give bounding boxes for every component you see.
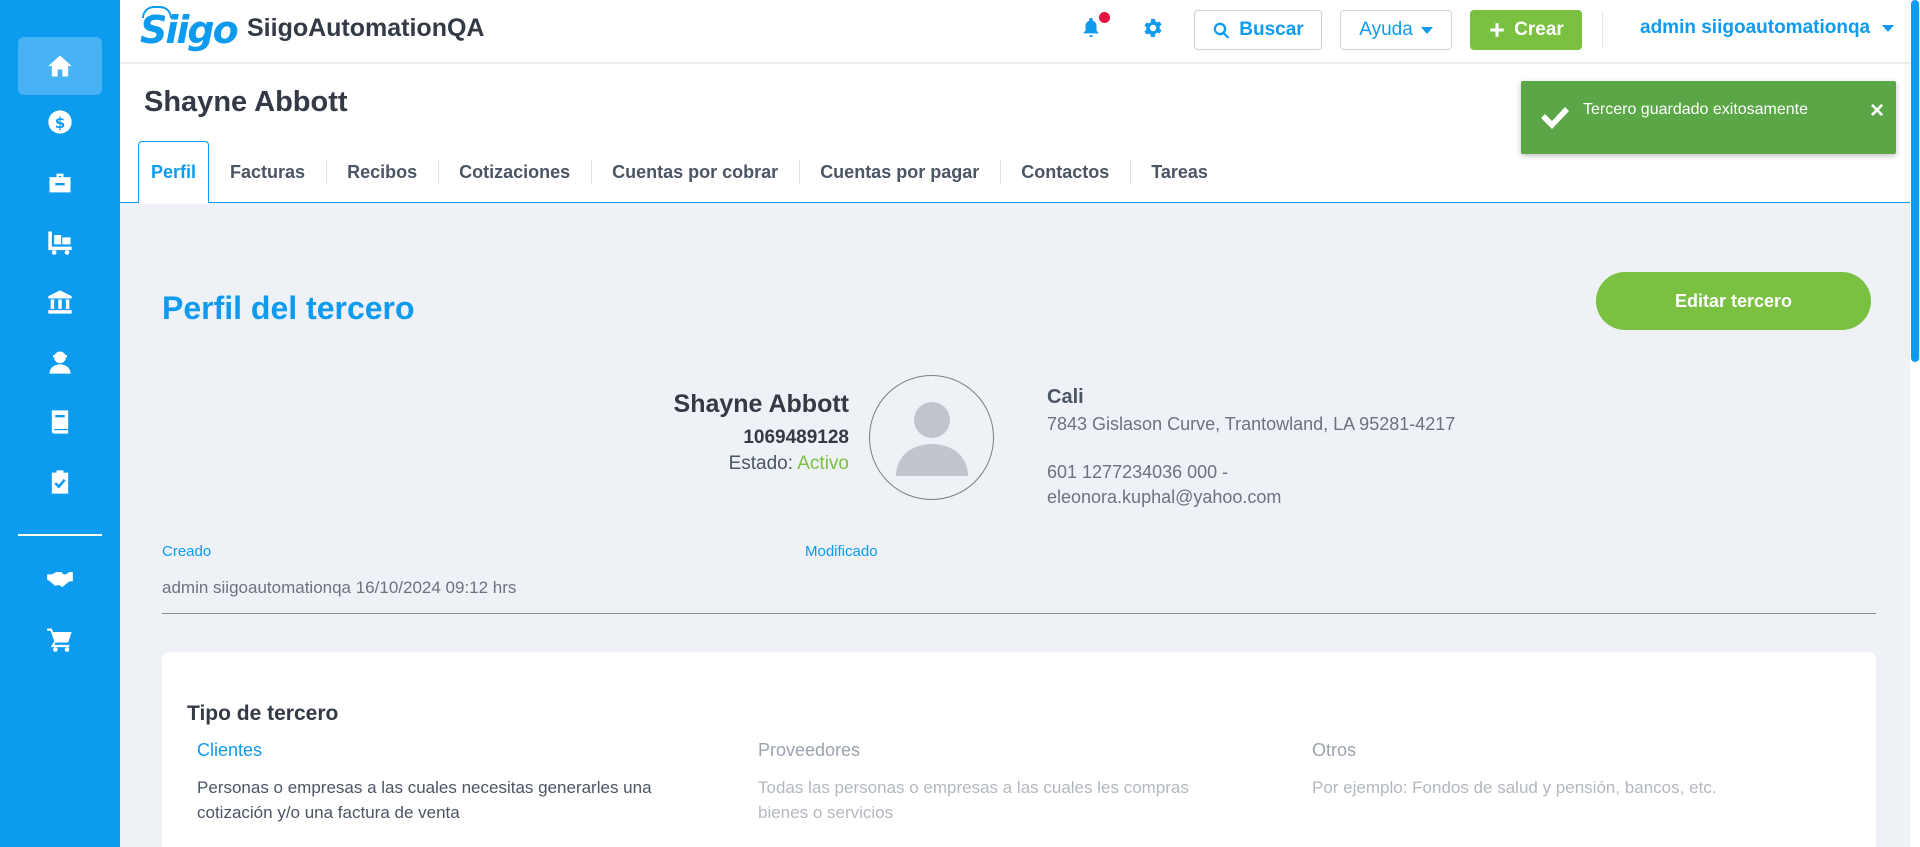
money-icon: $	[48, 110, 72, 134]
search-button[interactable]: Buscar	[1194, 10, 1322, 50]
tab-recibos[interactable]: Recibos	[326, 141, 438, 203]
sidebar-divider	[18, 534, 102, 536]
home-icon	[48, 55, 72, 77]
book-icon	[51, 410, 69, 434]
page-title: Shayne Abbott	[144, 86, 348, 118]
profile-address: 7843 Gislason Curve, Trantowland, LA 952…	[1047, 414, 1456, 434]
success-toast: Tercero guardado exitosamente ×	[1521, 81, 1896, 154]
profile-tabs: Perfil Facturas Recibos Cotizaciones Cue…	[138, 141, 1229, 204]
profile-id-number: 1069489128	[743, 427, 849, 448]
profile-phone: 601 1277234036 000 -	[1047, 462, 1229, 482]
status-label: Estado:	[728, 453, 798, 474]
profile-section-title: Perfil del tercero	[162, 290, 415, 326]
divider	[162, 613, 1876, 614]
create-button[interactable]: Crear	[1470, 10, 1582, 50]
sidebar-item-inventory[interactable]	[18, 213, 102, 271]
tab-cuentas-por-cobrar[interactable]: Cuentas por cobrar	[591, 141, 799, 203]
modified-label: Modificado	[805, 543, 878, 560]
sidebar-item-money[interactable]: $	[18, 93, 102, 151]
help-dropdown[interactable]: Ayuda	[1340, 10, 1452, 50]
option-label: Clientes	[197, 740, 263, 760]
profile-email: eleonora.kuphal@yahoo.com	[1047, 487, 1282, 507]
handshake-icon	[47, 572, 73, 588]
help-label: Ayuda	[1359, 19, 1413, 40]
sidebar-item-partners[interactable]	[18, 550, 102, 608]
option-description: Personas o empresas a las cuales necesit…	[197, 778, 652, 822]
header-divider	[1602, 12, 1603, 48]
user-placeholder-icon	[896, 402, 968, 476]
create-label: Crear	[1514, 19, 1564, 40]
cart-icon	[47, 628, 72, 652]
profile-city: Cali	[1047, 386, 1084, 408]
sidebar-item-tasks[interactable]	[18, 453, 102, 511]
siigo-logo[interactable]: Siigo	[140, 8, 239, 52]
plus-icon	[1490, 23, 1504, 37]
tab-cuentas-por-pagar[interactable]: Cuentas por pagar	[799, 141, 1000, 203]
tab-tareas[interactable]: Tareas	[1130, 141, 1229, 203]
tab-cotizaciones[interactable]: Cotizaciones	[438, 141, 591, 203]
notification-dot	[1099, 12, 1110, 23]
sidebar-item-home[interactable]	[18, 37, 102, 95]
sidebar-item-employees[interactable]	[18, 333, 102, 391]
bank-icon	[48, 290, 72, 314]
sidebar-item-accounting[interactable]	[18, 393, 102, 451]
toast-close-button[interactable]: ×	[1870, 97, 1884, 125]
employee-icon	[49, 351, 71, 374]
check-icon	[1541, 107, 1569, 129]
created-value: admin siigoautomationqa 16/10/2024 09:12…	[162, 578, 517, 597]
sidebar: $	[0, 0, 120, 847]
tab-contactos[interactable]: Contactos	[1000, 141, 1130, 203]
settings-button[interactable]	[1142, 17, 1164, 39]
sidebar-item-banks[interactable]	[18, 273, 102, 331]
toast-message: Tercero guardado exitosamente	[1583, 101, 1809, 118]
sidebar-item-sales[interactable]	[18, 154, 102, 212]
option-proveedores[interactable]: Proveedores Todas las personas o empresa…	[758, 740, 1228, 825]
tab-facturas[interactable]: Facturas	[209, 141, 326, 203]
user-menu[interactable]: admin siigoautomationqa	[1640, 17, 1895, 39]
option-label: Otros	[1312, 740, 1357, 760]
option-description: Todas las personas o empresas a las cual…	[758, 778, 1189, 822]
tab-perfil[interactable]: Perfil	[138, 141, 210, 204]
option-description: Por ejemplo: Fondos de salud y pensión, …	[1312, 778, 1717, 797]
search-icon	[1214, 22, 1230, 39]
option-clientes[interactable]: Clientes Personas o empresas a las cuale…	[197, 740, 667, 825]
briefcase-icon	[49, 173, 71, 193]
option-label: Proveedores	[758, 740, 861, 760]
chevron-down-icon	[1882, 24, 1895, 32]
page-scrollbar[interactable]	[1910, 0, 1920, 847]
status-value: Activo	[797, 453, 849, 474]
clipboard-check-icon	[51, 470, 69, 494]
card-title: Tipo de tercero	[187, 702, 339, 725]
search-label: Buscar	[1239, 19, 1304, 40]
notifications-button[interactable]	[1080, 12, 1110, 40]
scrollbar-thumb[interactable]	[1911, 0, 1919, 362]
user-name: admin siigoautomationqa	[1640, 17, 1871, 38]
company-name: SiigoAutomationQA	[247, 14, 485, 42]
inventory-icon	[48, 231, 72, 255]
chevron-down-icon	[1420, 26, 1433, 34]
option-otros[interactable]: Otros Por ejemplo: Fondos de salud y pen…	[1312, 740, 1782, 800]
avatar	[869, 375, 994, 500]
svg-text:$: $	[55, 114, 66, 132]
gear-icon	[1144, 18, 1162, 38]
profile-status: Estado: Activo	[729, 453, 849, 475]
created-label: Creado	[162, 543, 212, 560]
top-header: Siigo SiigoAutomationQA Buscar Ayuda Cre…	[120, 0, 1910, 63]
edit-third-party-button[interactable]: Editar tercero	[1596, 272, 1871, 330]
sidebar-item-store[interactable]	[18, 610, 102, 668]
profile-name: Shayne Abbott	[673, 390, 849, 418]
third-party-type-card: Tipo de tercero Clientes Personas o empr…	[162, 652, 1876, 847]
